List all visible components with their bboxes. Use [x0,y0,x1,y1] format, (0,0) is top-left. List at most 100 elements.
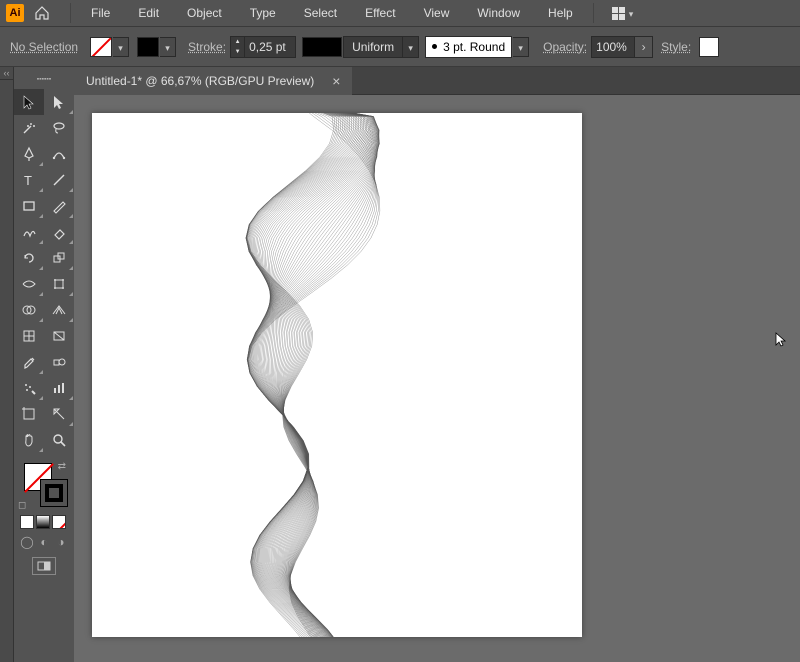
tool-column-graph[interactable] [44,375,74,401]
artwork-blend [92,113,582,637]
tool-eyedropper[interactable] [14,349,44,375]
style-label[interactable]: Style: [661,40,691,54]
opacity-input[interactable] [591,36,635,58]
tool-width[interactable] [14,271,44,297]
screen-mode-button[interactable] [32,557,56,575]
tool-selection[interactable] [14,89,44,115]
color-none[interactable] [52,515,66,529]
tool-scale[interactable] [44,245,74,271]
fill-dropdown[interactable] [113,37,129,57]
fill-swatch[interactable] [90,37,112,57]
tool-paintbrush[interactable] [44,193,74,219]
menu-help[interactable]: Help [534,0,587,27]
tool-rectangle[interactable] [14,193,44,219]
menu-object[interactable]: Object [173,0,236,27]
step-up[interactable]: ▲ [231,37,244,47]
tool-mesh[interactable] [14,323,44,349]
tool-curvature[interactable] [44,141,74,167]
step-down[interactable]: ▼ [231,47,244,57]
home-button[interactable] [30,2,54,24]
chevron-down-icon[interactable] [402,37,418,57]
toolbar: ┄┄ T [14,67,74,662]
profile-select[interactable]: Uniform [343,36,419,58]
screen-icon [37,561,51,571]
draw-behind[interactable]: ◐ [37,535,51,549]
menu-view[interactable]: View [410,0,464,27]
stroke-color[interactable] [40,479,68,507]
svg-text:T: T [24,173,32,188]
brush-dropdown[interactable] [513,37,529,57]
opacity-more[interactable] [635,36,653,58]
graphic-style-swatch[interactable] [699,37,719,57]
tool-slice[interactable] [44,401,74,427]
color-mode-row [14,513,74,531]
tool-hand[interactable] [14,427,44,453]
canvas[interactable] [74,95,800,662]
brush-dot-icon [432,44,437,49]
variable-width-profile[interactable] [302,37,342,57]
chevron-down-icon [518,40,523,54]
swap-fill-stroke[interactable]: ⇄ [58,461,66,472]
stroke-swatch[interactable] [137,37,159,57]
tool-artboard[interactable] [14,401,44,427]
document-area: Untitled-1* @ 66,67% (RGB/GPU Preview) × [74,67,800,662]
artboard [92,113,582,637]
opacity-label[interactable]: Opacity: [543,40,587,54]
profile-value: Uniform [344,40,402,54]
brush-definition[interactable]: 3 pt. Round [425,36,512,58]
color-white[interactable] [20,515,34,529]
chevron-right-icon [642,40,646,54]
menu-window[interactable]: Window [463,0,534,27]
menu-type[interactable]: Type [236,0,290,27]
draw-normal[interactable]: ◯ [20,535,34,549]
menu-file[interactable]: File [77,0,124,27]
panel-collapse-toggle[interactable]: ‹‹ [0,67,13,80]
selection-indicator: No Selection [10,40,78,54]
tab-title: Untitled-1* @ 66,67% (RGB/GPU Preview) [86,74,314,88]
default-fill-stroke[interactable]: ◻ [18,500,26,511]
panel-dock-left: ‹‹ [0,67,14,662]
stroke-weight-stepper[interactable]: ▲ ▼ [230,36,296,58]
tool-zoom[interactable] [44,427,74,453]
tab-close-button[interactable]: × [332,73,340,89]
tool-rotate[interactable] [14,245,44,271]
tool-pen[interactable] [14,141,44,167]
fill-stroke-indicator[interactable]: ⇄ ◻ [14,459,74,513]
tool-direct-selection[interactable] [44,89,74,115]
workarea: ‹‹ ┄┄ T [0,67,800,662]
document-tabbar: Untitled-1* @ 66,67% (RGB/GPU Preview) × [74,67,800,95]
arrange-documents-button[interactable] [608,6,638,20]
tool-blend[interactable] [44,349,74,375]
tool-free-transform[interactable] [44,271,74,297]
stroke-label[interactable]: Stroke: [188,40,226,54]
color-gradient[interactable] [36,515,50,529]
separator [70,3,71,23]
tool-symbol-sprayer[interactable] [14,375,44,401]
layout-icon [612,7,625,20]
tool-shape-builder[interactable] [14,297,44,323]
stroke-weight-input[interactable] [245,37,295,57]
draw-inside[interactable]: ◑ [54,535,68,549]
chevron-down-icon [118,40,123,54]
tool-type[interactable]: T [14,167,44,193]
tool-magic-wand[interactable] [14,115,44,141]
tool-gradient[interactable] [44,323,74,349]
tool-lasso[interactable] [44,115,74,141]
tool-perspective-grid[interactable] [44,297,74,323]
brush-label: 3 pt. Round [443,40,505,54]
tool-eraser[interactable] [44,219,74,245]
menu-effect[interactable]: Effect [351,0,409,27]
document-tab[interactable]: Untitled-1* @ 66,67% (RGB/GPU Preview) × [74,67,352,95]
menu-edit[interactable]: Edit [124,0,173,27]
toolbar-grip[interactable]: ┄┄ [14,73,74,85]
chevron-down-icon [629,6,634,20]
tool-shaper[interactable] [14,219,44,245]
stroke-dropdown[interactable] [160,37,176,57]
menu-select[interactable]: Select [290,0,351,27]
tool-line-segment[interactable] [44,167,74,193]
chevron-down-icon [165,40,170,54]
home-icon [34,5,50,21]
separator [593,3,594,23]
app-logo: Ai [6,4,24,22]
menubar: Ai File Edit Object Type Select Effect V… [0,0,800,27]
